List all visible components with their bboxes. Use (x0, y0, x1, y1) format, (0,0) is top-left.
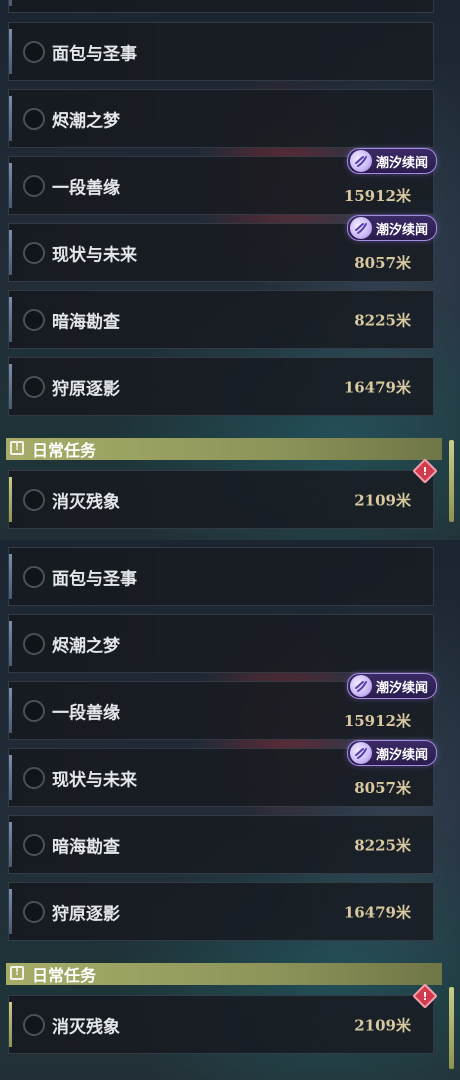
daily-quest-icon: ! (10, 966, 24, 980)
tag-label: 潮汐续闻 (375, 747, 428, 763)
quest-card-dark-sea[interactable]: 暗海勘查 8225米 (8, 815, 434, 874)
daily-quest-icon: ! (10, 441, 24, 455)
checkbox-circle-icon[interactable] (23, 565, 45, 588)
checkbox-circle-icon[interactable] (23, 1013, 45, 1036)
tidal-sequel-tag: 潮汐续闻 (346, 740, 437, 766)
quest-card-dark-sea[interactable]: 暗海勘查 8225米 (8, 290, 434, 349)
tidal-swirl-icon (349, 675, 372, 697)
quest-distance: 8225米 (354, 311, 411, 329)
quest-card-bread[interactable]: 面包与圣事 (8, 22, 434, 81)
section-title: 日常任务 (32, 966, 97, 985)
quest-list: 面包与圣事 烬潮之梦 一段善缘 15912米 潮汐续闻 现状与未来 8057米 (0, 540, 460, 1080)
scrollbar[interactable] (449, 440, 454, 522)
checkbox-circle-icon[interactable] (23, 699, 45, 722)
quest-distance: 8057米 (354, 779, 411, 797)
quest-title: 暗海勘查 (52, 312, 120, 332)
quest-card-hunt-shadow[interactable]: 狩原逐影 16479米 (8, 882, 434, 941)
alert-diamond-icon: ! (412, 458, 438, 484)
scrollbar[interactable] (449, 987, 454, 1069)
quest-card-present-future[interactable]: 现状与未来 8057米 潮汐续闻 (8, 740, 437, 807)
tidal-sequel-tag: 潮汐续闻 (346, 215, 437, 241)
quest-card-hunt-shadow[interactable]: 狩原逐影 16479米 (8, 357, 434, 416)
quest-distance: 8057米 (354, 254, 411, 272)
daily-section-header[interactable]: ! 日常任务 (6, 438, 442, 460)
tag-label: 潮汐续闻 (375, 155, 428, 171)
quest-title: 狩原逐影 (52, 904, 120, 924)
tidal-sequel-tag: 潮汐续闻 (346, 673, 437, 699)
quest-card-present-future[interactable]: 现状与未来 8057米 潮汐续闻 (8, 215, 437, 282)
quest-title: 暗海勘查 (52, 837, 120, 857)
quest-card-eliminate[interactable]: 消灭残象 2109米 ! (8, 983, 438, 1054)
quest-distance: 15912米 (343, 187, 411, 205)
quest-card-stub (8, 0, 434, 13)
quest-title: 烬潮之梦 (52, 636, 120, 656)
quest-distance: 15912米 (343, 712, 411, 730)
quest-title: 狩原逐影 (52, 379, 120, 399)
section-title: 日常任务 (32, 441, 97, 460)
quest-distance: 16479米 (343, 903, 411, 921)
checkbox-circle-icon[interactable] (23, 174, 45, 197)
quest-title: 一段善缘 (52, 178, 120, 198)
tidal-swirl-icon (349, 742, 372, 764)
quest-distance: 16479米 (343, 378, 411, 396)
tag-label: 潮汐续闻 (375, 680, 428, 696)
alert-diamond-icon: ! (412, 983, 438, 1009)
checkbox-circle-icon[interactable] (23, 308, 45, 331)
tag-label: 潮汐续闻 (375, 222, 428, 238)
checkbox-circle-icon[interactable] (23, 241, 45, 264)
quest-card-bread[interactable]: 面包与圣事 (8, 547, 434, 606)
checkbox-circle-icon[interactable] (23, 833, 45, 856)
quest-distance: 2109米 (354, 1016, 411, 1034)
quest-title: 一段善缘 (52, 703, 120, 723)
quest-title: 消灭残象 (52, 492, 120, 512)
quest-title: 烬潮之梦 (52, 111, 120, 131)
quest-distance: 2109米 (354, 491, 411, 509)
quest-panel-top: 面包与圣事 烬潮之梦 一段善缘 15912米 潮汐续闻 现状与未来 8057米 (0, 0, 460, 540)
quest-distance: 8225米 (354, 836, 411, 854)
quest-card-good-fate[interactable]: 一段善缘 15912米 潮汐续闻 (8, 673, 437, 740)
checkbox-circle-icon[interactable] (23, 488, 45, 511)
checkbox-circle-icon[interactable] (23, 766, 45, 789)
quest-card-ember-dream[interactable]: 烬潮之梦 (8, 614, 434, 673)
daily-section-header[interactable]: ! 日常任务 (6, 963, 442, 985)
quest-title: 消灭残象 (52, 1017, 120, 1037)
tidal-swirl-icon (349, 150, 372, 172)
quest-title: 现状与未来 (52, 770, 137, 790)
quest-card-eliminate[interactable]: 消灭残象 2109米 ! (8, 458, 438, 529)
tidal-sequel-tag: 潮汐续闻 (346, 148, 437, 174)
checkbox-circle-icon[interactable] (23, 375, 45, 398)
checkbox-circle-icon[interactable] (23, 40, 45, 63)
quest-card-good-fate[interactable]: 一段善缘 15912米 潮汐续闻 (8, 148, 437, 215)
quest-title: 现状与未来 (52, 245, 137, 265)
quest-title: 面包与圣事 (52, 44, 137, 64)
quest-panel-bottom: 面包与圣事 烬潮之梦 一段善缘 15912米 潮汐续闻 现状与未来 8057米 (0, 540, 460, 1080)
quest-card-ember-dream[interactable]: 烬潮之梦 (8, 89, 434, 148)
tidal-swirl-icon (349, 217, 372, 239)
checkbox-circle-icon[interactable] (23, 107, 45, 130)
quest-list: 面包与圣事 烬潮之梦 一段善缘 15912米 潮汐续闻 现状与未来 8057米 (0, 0, 460, 540)
checkbox-circle-icon[interactable] (23, 632, 45, 655)
checkbox-circle-icon[interactable] (23, 900, 45, 923)
quest-title: 面包与圣事 (52, 569, 137, 589)
